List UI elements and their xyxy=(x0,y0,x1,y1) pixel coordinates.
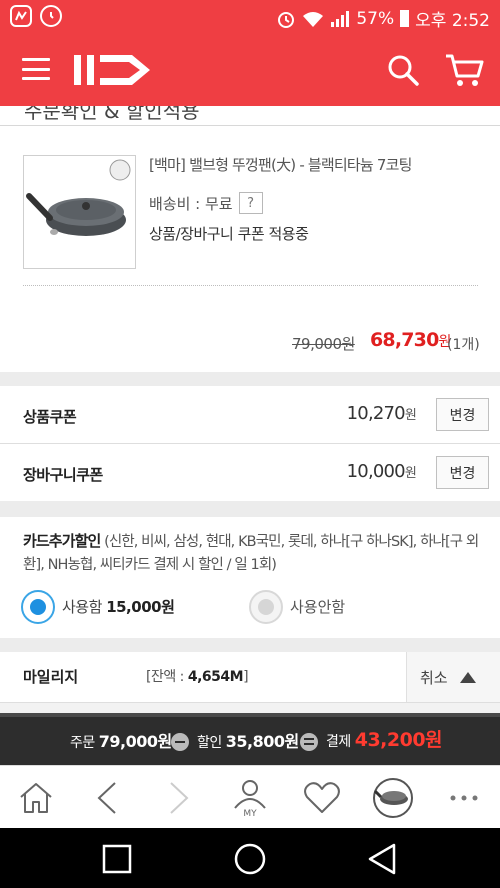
coupon-label: 장바구니쿠폰 xyxy=(23,466,103,484)
section-title-container: 주문확인 & 할인적용 xyxy=(0,106,500,124)
mileage-cancel-toggle[interactable]: 취소 xyxy=(406,652,500,702)
status-bar: 57% 오후 2:52 xyxy=(0,0,500,34)
system-navigation-bar xyxy=(0,828,500,888)
alarm-icon xyxy=(278,11,295,28)
discount-total: 할인 35,800원 xyxy=(197,732,299,751)
clock: 오후 2:52 xyxy=(415,11,490,31)
card-discount-none-radio[interactable] xyxy=(249,590,283,624)
quantity: (1개) xyxy=(447,337,480,353)
system-home-icon[interactable] xyxy=(233,842,267,876)
wishlist-heart-icon[interactable] xyxy=(290,766,354,829)
my-label: MY xyxy=(243,809,257,818)
signal-icon xyxy=(331,10,350,27)
payment-summary-bar: 주문 79,000원 할인 35,800원 결제 43,200원 xyxy=(0,713,500,765)
order-total: 주문 79,000원 xyxy=(70,732,172,751)
mileage-balance: [잔액 : 4,654M] xyxy=(146,669,249,685)
recent-product-thumb[interactable] xyxy=(361,766,425,829)
mileage-label: 마일리지 xyxy=(23,668,79,686)
sale-price: 68,730원 xyxy=(370,329,451,351)
coupon-label: 상품쿠폰 xyxy=(23,408,77,426)
cart-icon[interactable] xyxy=(444,52,484,88)
battery-icon xyxy=(400,10,410,27)
menu-icon[interactable] xyxy=(22,58,50,80)
card-discount-title: 카드추가할인 xyxy=(23,532,101,550)
dotted-divider xyxy=(23,285,478,286)
cart-coupon-row: 장바구니쿠폰 10,000원 변경 xyxy=(0,444,500,501)
card-discount-use-label[interactable]: 사용함 15,000원 xyxy=(62,596,175,617)
more-icon[interactable] xyxy=(432,766,496,829)
product-name[interactable]: [백마] 밸브형 뚜껑팬(大) - 블랙티타늄 7코팅 xyxy=(149,154,412,175)
home-icon[interactable] xyxy=(4,766,68,829)
card-discount-use-radio[interactable] xyxy=(21,590,55,624)
battery-percent: 57% xyxy=(356,8,395,29)
wifi-icon xyxy=(303,11,324,27)
shipping-label: 배송비 : 무료 xyxy=(149,194,233,213)
change-cart-coupon-button[interactable]: 변경 xyxy=(436,456,489,489)
product-thumbnail[interactable] xyxy=(23,155,136,269)
coupon-applied-note: 상품/장바구니 쿠폰 적용중 xyxy=(149,225,309,243)
card-discount-none-label[interactable]: 사용안함 xyxy=(290,596,345,617)
shipping-row: 배송비 : 무료 ? xyxy=(149,192,263,214)
logo-11st[interactable] xyxy=(70,49,156,91)
collapse-up-icon xyxy=(459,671,476,683)
coupon-amount: 10,270원 xyxy=(346,403,417,424)
section-gap xyxy=(0,501,500,517)
app-header xyxy=(0,34,500,106)
search-icon[interactable] xyxy=(386,53,420,87)
bottom-navigation: MY xyxy=(0,765,500,828)
recent-apps-icon[interactable] xyxy=(102,844,132,874)
my-icon[interactable]: MY xyxy=(218,766,282,829)
app-notification-icon xyxy=(10,5,32,27)
back-icon[interactable] xyxy=(75,766,139,829)
shipping-help-button[interactable]: ? xyxy=(238,192,263,214)
original-price: 79,000원 xyxy=(292,335,355,353)
card-discount-description: 카드추가할인 (신한, 비씨, 삼성, 현대, KB국민, 롯데, 하나[구 하… xyxy=(23,530,488,577)
section-gap xyxy=(0,703,500,713)
product-coupon-row: 상품쿠폰 10,270원 변경 xyxy=(0,386,500,443)
equals-icon xyxy=(300,733,318,751)
forward-icon[interactable] xyxy=(147,766,211,829)
minus-icon xyxy=(171,733,189,751)
payment-total: 결제 43,200원 xyxy=(326,729,443,751)
change-product-coupon-button[interactable]: 변경 xyxy=(436,398,489,431)
section-gap xyxy=(0,372,500,386)
divider xyxy=(0,125,500,126)
section-gap xyxy=(0,638,500,652)
coupon-amount: 10,000원 xyxy=(346,461,417,482)
system-back-icon[interactable] xyxy=(366,842,398,876)
alarm-notification-icon xyxy=(40,5,62,27)
section-title: 주문확인 & 할인적용 xyxy=(24,106,200,123)
